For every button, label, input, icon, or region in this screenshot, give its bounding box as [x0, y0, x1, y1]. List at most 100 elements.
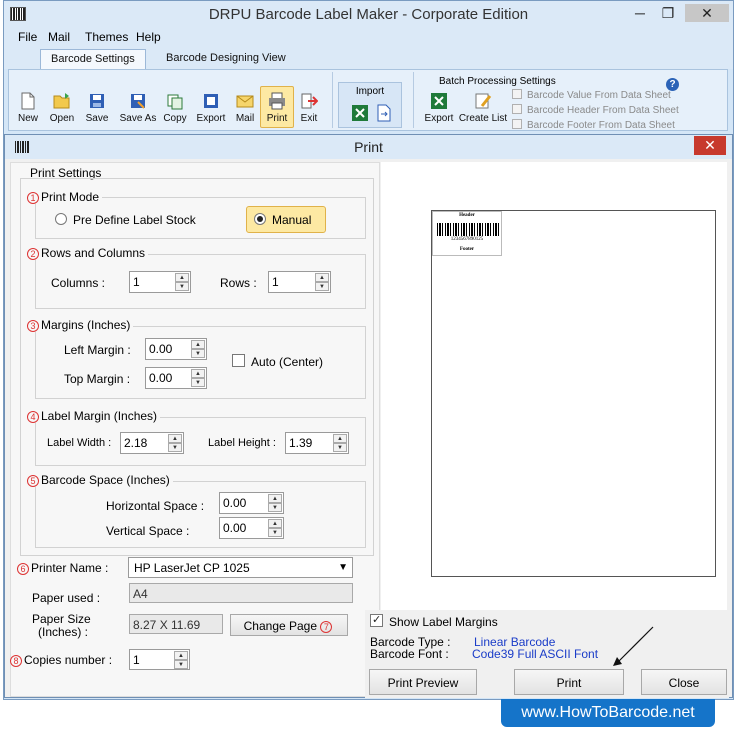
predefine-label-stock-radio[interactable] [55, 213, 67, 225]
copies-down-icon[interactable]: ▼ [174, 660, 188, 669]
columns-down-icon[interactable]: ▼ [175, 282, 189, 291]
create-list-button[interactable]: Create List [458, 92, 508, 124]
top-margin-value: 0.00 [149, 371, 173, 385]
copies-up-icon[interactable]: ▲ [174, 651, 188, 660]
horizontal-space-down-icon[interactable]: ▼ [268, 503, 282, 512]
columns-stepper[interactable]: 1 ▲ ▼ [129, 271, 191, 293]
export-button[interactable]: Export [196, 92, 226, 124]
help-icon[interactable]: ? [666, 78, 679, 91]
open-button[interactable]: Open [48, 92, 76, 124]
vertical-space-down-icon[interactable]: ▼ [268, 528, 282, 537]
printer-name-select[interactable]: HP LaserJet CP 1025 ▼ [128, 557, 353, 578]
label-width-up-icon[interactable]: ▲ [168, 434, 182, 443]
paper-used-value: A4 [133, 587, 148, 601]
copies-number-label: 8 Copies number : [10, 653, 112, 667]
barcode-space-title: 5 Barcode Space (Inches) [24, 473, 173, 487]
dialog-close-icon[interactable]: ✕ [694, 136, 726, 155]
left-margin-down-icon[interactable]: ▼ [191, 349, 205, 358]
rows-stepper[interactable]: 1 ▲ ▼ [268, 271, 331, 293]
label-height-down-icon[interactable]: ▼ [333, 443, 347, 452]
tab-barcode-designing-view[interactable]: Barcode Designing View [156, 49, 296, 69]
copies-number-value: 1 [133, 653, 140, 667]
vertical-space-up-icon[interactable]: ▲ [268, 519, 282, 528]
label-width-stepper[interactable]: 2.18 ▲ ▼ [120, 432, 184, 454]
rows-down-icon[interactable]: ▼ [315, 282, 329, 291]
menu-themes[interactable]: Themes [85, 30, 128, 44]
import-panel: Import [338, 82, 402, 128]
chevron-down-icon: ▼ [338, 562, 348, 573]
batch-processing-title: Batch Processing Settings [439, 76, 556, 87]
save-button[interactable]: Save [85, 92, 109, 124]
batch-export-button[interactable]: Export [422, 92, 456, 124]
printer-name-value: HP LaserJet CP 1025 [134, 561, 250, 575]
step-number-2: 2 [27, 248, 39, 260]
top-margin-stepper[interactable]: 0.00 ▲ ▼ [145, 367, 207, 389]
mail-envelope-icon [236, 95, 254, 108]
vertical-space-stepper[interactable]: 0.00 ▲ ▼ [219, 517, 284, 539]
label-margin-title: 4 Label Margin (Inches) [24, 409, 161, 423]
title-bar: DRPU Barcode Label Maker - Corporate Edi… [4, 1, 733, 27]
horizontal-space-up-icon[interactable]: ▲ [268, 494, 282, 503]
create-list-label: Create List [458, 113, 508, 124]
exit-button[interactable]: Exit [297, 92, 321, 124]
menu-file[interactable]: File [18, 30, 37, 44]
print-button[interactable]: Print [260, 86, 294, 128]
show-label-margins-checkbox[interactable] [370, 613, 383, 627]
top-margin-down-icon[interactable]: ▼ [191, 378, 205, 387]
left-margin-up-icon[interactable]: ▲ [191, 340, 205, 349]
copies-number-stepper[interactable]: 1 ▲ ▼ [129, 649, 190, 670]
new-button[interactable]: New [16, 92, 40, 124]
label-barcode-number: 1234567890125 [450, 237, 484, 242]
label-height-stepper[interactable]: 1.39 ▲ ▼ [285, 432, 349, 454]
columns-up-icon[interactable]: ▲ [175, 273, 189, 282]
rows-up-icon[interactable]: ▲ [315, 273, 329, 282]
horizontal-space-label: Horizontal Space : [106, 499, 205, 513]
export-label: Export [196, 113, 226, 124]
columns-label: Columns : [51, 276, 106, 290]
change-page-button[interactable]: Change Page 7 [230, 614, 348, 636]
open-label: Open [49, 113, 75, 124]
horizontal-space-value: 0.00 [223, 496, 247, 510]
tab-barcode-settings[interactable]: Barcode Settings [40, 49, 146, 69]
save-label: Save [85, 113, 109, 124]
label-preview: Header 1234567890125 Footer [432, 211, 502, 256]
minimize-button[interactable]: ─ [627, 4, 653, 22]
print-dialog-print-button[interactable]: Print [514, 669, 624, 695]
save-as-button[interactable]: Save As [119, 92, 157, 124]
printer-name-label: 6 Printer Name : [17, 561, 108, 575]
label-height-up-icon[interactable]: ▲ [333, 434, 347, 443]
copy-button[interactable]: Copy [162, 92, 188, 124]
import-group: Import [332, 72, 407, 128]
barcode-header-from-sheet-label: Barcode Header From Data Sheet [527, 105, 679, 116]
menu-help[interactable]: Help [136, 30, 161, 44]
menu-mail[interactable]: Mail [48, 30, 70, 44]
top-margin-up-icon[interactable]: ▲ [191, 369, 205, 378]
barcode-value-from-sheet-checkbox[interactable]: Barcode Value From Data Sheet [512, 89, 671, 101]
manual-radio[interactable] [254, 213, 266, 225]
import-excel-icon[interactable] [351, 104, 369, 122]
mail-button[interactable]: Mail [233, 92, 257, 124]
excel-export-icon [431, 93, 447, 109]
label-height-label: Label Height : [208, 437, 276, 449]
create-list-icon [475, 93, 492, 109]
barcode-header-from-sheet-checkbox[interactable]: Barcode Header From Data Sheet [512, 104, 679, 116]
rows-value: 1 [272, 275, 279, 289]
barcode-footer-from-sheet-checkbox[interactable]: Barcode Footer From Data Sheet [512, 119, 675, 131]
rows-label: Rows : [220, 276, 257, 290]
paper-size-field: 8.27 X 11.69 [129, 614, 223, 634]
print-preview-label: Print Preview [387, 676, 459, 690]
barcode-font-value: Code39 Full ASCII Font [472, 647, 599, 661]
print-preview-button[interactable]: Print Preview [369, 669, 477, 695]
label-width-value: 2.18 [124, 436, 148, 450]
vertical-space-label: Vertical Space : [106, 524, 190, 538]
auto-center-checkbox[interactable] [232, 354, 245, 367]
window-close-button[interactable]: ✕ [685, 4, 729, 22]
maximize-button[interactable]: ❐ [655, 4, 681, 22]
left-margin-stepper[interactable]: 0.00 ▲ ▼ [145, 338, 207, 360]
close-button[interactable]: Close [641, 669, 727, 695]
horizontal-space-stepper[interactable]: 0.00 ▲ ▼ [219, 492, 284, 514]
step-number-3: 3 [27, 320, 39, 332]
auto-center-label: Auto (Center) [251, 355, 324, 369]
label-width-down-icon[interactable]: ▼ [168, 443, 182, 452]
import-file-icon[interactable] [375, 104, 393, 122]
